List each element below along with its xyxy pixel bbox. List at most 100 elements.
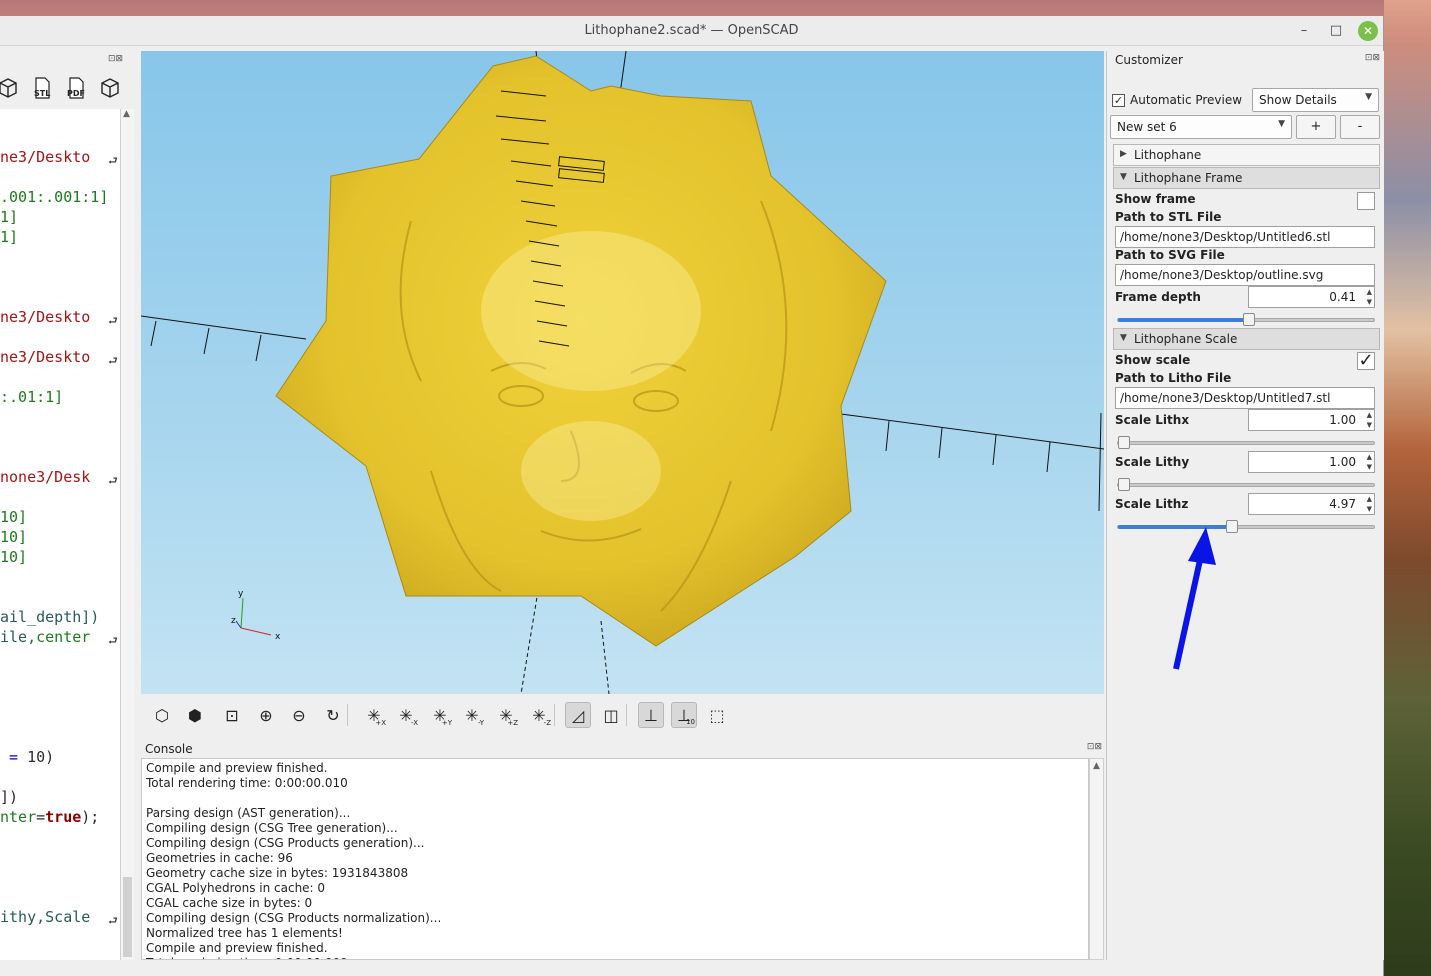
export-3d-icon[interactable] bbox=[98, 76, 122, 100]
view-top-button[interactable]: ✳ +Z bbox=[493, 702, 519, 728]
frame-depth-slider[interactable] bbox=[1117, 313, 1375, 326]
litho-path-field[interactable]: /home/none3/Desktop/Untitled7.stl bbox=[1115, 387, 1375, 409]
view-right-button[interactable]: ✳ +X bbox=[361, 702, 387, 728]
export-stl-icon[interactable]: STL bbox=[30, 76, 54, 100]
code-line[interactable]: ne3/Deskto bbox=[0, 308, 90, 326]
export-pdf-icon[interactable]: PDF bbox=[64, 76, 88, 100]
show-scale-markers-button[interactable]: ⊥ 10 bbox=[671, 702, 697, 728]
line-wrap-icon: ⮐ bbox=[108, 354, 118, 367]
code-line[interactable]: ]) bbox=[0, 788, 18, 806]
console-scrollbar[interactable]: ▲ bbox=[1089, 758, 1104, 960]
code-line[interactable]: none3/Desk bbox=[0, 468, 90, 486]
svg-text:y: y bbox=[238, 589, 244, 599]
console-dock-controls[interactable]: ⊡⊠ bbox=[1087, 742, 1102, 752]
group-lithophane[interactable]: ▶ Lithophane bbox=[1113, 144, 1380, 166]
editor-scrollbar[interactable]: ▲ bbox=[120, 109, 134, 960]
slider-handle[interactable] bbox=[1243, 313, 1255, 326]
slider-handle[interactable] bbox=[1118, 478, 1130, 491]
scale-lithx-slider[interactable] bbox=[1117, 436, 1375, 449]
code-line[interactable]: 1] bbox=[0, 228, 18, 246]
code-line[interactable]: 1] bbox=[0, 208, 18, 226]
scale-lithy-value: 1.00 bbox=[1329, 455, 1356, 469]
3d-viewport[interactable]: x y z bbox=[141, 51, 1104, 694]
scale-lithz-value: 4.97 bbox=[1329, 497, 1356, 511]
slider-handle[interactable] bbox=[1226, 520, 1238, 533]
button-sub-label: +Y bbox=[441, 719, 452, 727]
code-line[interactable]: :.01:1] bbox=[0, 388, 63, 406]
scroll-up-icon[interactable]: ▲ bbox=[1093, 761, 1100, 771]
preset-dropdown-value: New set 6 bbox=[1117, 120, 1177, 134]
view-bottom-button[interactable]: ✳ -Z bbox=[526, 702, 552, 728]
remove-preset-button[interactable]: - bbox=[1340, 115, 1380, 139]
code-line[interactable]: ail_depth]) bbox=[0, 608, 99, 626]
preset-dropdown[interactable]: New set 6 ▼ bbox=[1110, 115, 1292, 139]
view-back-button[interactable]: ✳ +Y bbox=[427, 702, 453, 728]
code-line[interactable]: ithy,Scale bbox=[0, 908, 90, 926]
zoom-out-button[interactable]: ⊖ bbox=[286, 702, 312, 728]
code-line[interactable]: = 10) bbox=[0, 748, 54, 766]
console-output[interactable]: Compile and preview finished. Total rende… bbox=[141, 758, 1089, 960]
show-frame-checkbox[interactable] bbox=[1357, 192, 1375, 210]
console-line: Compiling design (CSG Products generatio… bbox=[146, 836, 425, 850]
editor-dock-controls[interactable]: ⊡⊠ bbox=[108, 54, 123, 64]
code-token: ]) bbox=[0, 788, 19, 806]
details-dropdown[interactable]: Show Details ▼ bbox=[1252, 88, 1379, 112]
title-bar[interactable]: Lithophane2.scad* — OpenSCAD – □ ✕ bbox=[0, 16, 1383, 46]
group-lithophane-frame[interactable]: ▼ Lithophane Frame bbox=[1113, 167, 1380, 189]
customizer-dock-controls[interactable]: ⊡⊠ bbox=[1365, 53, 1380, 63]
scale-lithy-slider[interactable] bbox=[1117, 478, 1375, 491]
scroll-thumb[interactable] bbox=[123, 877, 132, 957]
scale-lithy-label: Scale Lithy bbox=[1115, 455, 1190, 469]
scale-lithz-slider[interactable] bbox=[1117, 520, 1375, 533]
code-line[interactable]: nter=true); bbox=[0, 808, 99, 826]
details-dropdown-value: Show Details bbox=[1259, 93, 1337, 107]
view-all-button[interactable]: ⊡ bbox=[219, 702, 245, 728]
reset-view-button[interactable]: ↻ bbox=[320, 702, 346, 728]
automatic-preview-checkbox[interactable]: ✓ bbox=[1112, 94, 1125, 107]
orthogonal-button[interactable]: ◫ bbox=[598, 702, 624, 728]
editor-toolbar: STL PDF bbox=[0, 71, 140, 105]
render-button[interactable]: ⬢ bbox=[182, 702, 208, 728]
desktop-wallpaper-strip bbox=[1384, 0, 1431, 976]
code-line[interactable]: .001:.001:1] bbox=[0, 188, 108, 206]
code-line[interactable]: 10] bbox=[0, 508, 27, 526]
console-line: Normalized tree has 1 elements! bbox=[146, 926, 343, 940]
line-wrap-icon: ⮐ bbox=[108, 474, 118, 487]
show-edges-button[interactable]: ⬚ bbox=[704, 702, 730, 728]
code-line[interactable]: ne3/Deskto bbox=[0, 348, 90, 366]
render-preview-button[interactable]: ⬡ bbox=[149, 702, 175, 728]
minimize-icon[interactable]: – bbox=[1294, 21, 1314, 41]
code-line[interactable]: 10] bbox=[0, 528, 27, 546]
frame-depth-spinbox[interactable]: 0.41 ▲ ▼ bbox=[1248, 286, 1375, 308]
scale-lithz-spinbox[interactable]: 4.97 ▲ ▼ bbox=[1248, 493, 1375, 515]
perspective-button[interactable]: ◿ bbox=[565, 702, 591, 728]
zoom-in-button[interactable]: ⊕ bbox=[253, 702, 279, 728]
scale-lithx-spinbox[interactable]: 1.00 ▲ ▼ bbox=[1248, 409, 1375, 431]
code-line[interactable]: 10] bbox=[0, 548, 27, 566]
code-editor[interactable]: ne3/Deskto ⮐ .001:.001:1] 1] 1] ne3/Deskto ⮐ ne… bbox=[0, 109, 120, 960]
spin-arrows-icon[interactable]: ▲ ▼ bbox=[1367, 410, 1372, 430]
scale-lithy-spinbox[interactable]: 1.00 ▲ ▼ bbox=[1248, 451, 1375, 473]
stl-path-field[interactable]: /home/none3/Desktop/Untitled6.stl bbox=[1115, 226, 1375, 248]
line-wrap-icon: ⮐ bbox=[108, 314, 118, 327]
spin-arrows-icon[interactable]: ▲ ▼ bbox=[1367, 452, 1372, 472]
close-icon[interactable]: ✕ bbox=[1358, 21, 1378, 41]
add-preset-button[interactable]: + bbox=[1296, 115, 1336, 139]
spin-arrows-icon[interactable]: ▲ ▼ bbox=[1367, 287, 1372, 307]
show-axes-button[interactable]: ⊥ bbox=[638, 702, 664, 728]
scroll-up-icon[interactable]: ▲ bbox=[123, 109, 130, 119]
code-token: 10) bbox=[27, 748, 55, 766]
show-scale-label: Show scale bbox=[1115, 353, 1191, 367]
svg-path-field[interactable]: /home/none3/Desktop/outline.svg bbox=[1115, 264, 1375, 286]
code-line[interactable]: ne3/Deskto bbox=[0, 148, 90, 166]
spin-arrows-icon[interactable]: ▲ ▼ bbox=[1367, 494, 1372, 514]
view-front-button[interactable]: ✳ -Y bbox=[459, 702, 485, 728]
view-left-button[interactable]: ✳ -X bbox=[393, 702, 419, 728]
show-scale-checkbox[interactable]: ✓ bbox=[1357, 352, 1375, 370]
render-cube-icon[interactable] bbox=[0, 76, 20, 100]
code-line[interactable]: ile,center bbox=[0, 628, 90, 646]
group-lithophane-scale[interactable]: ▼ Lithophane Scale bbox=[1113, 328, 1380, 350]
maximize-icon[interactable]: □ bbox=[1326, 21, 1346, 41]
slider-handle[interactable] bbox=[1118, 436, 1130, 449]
svg-text:z: z bbox=[231, 616, 236, 626]
